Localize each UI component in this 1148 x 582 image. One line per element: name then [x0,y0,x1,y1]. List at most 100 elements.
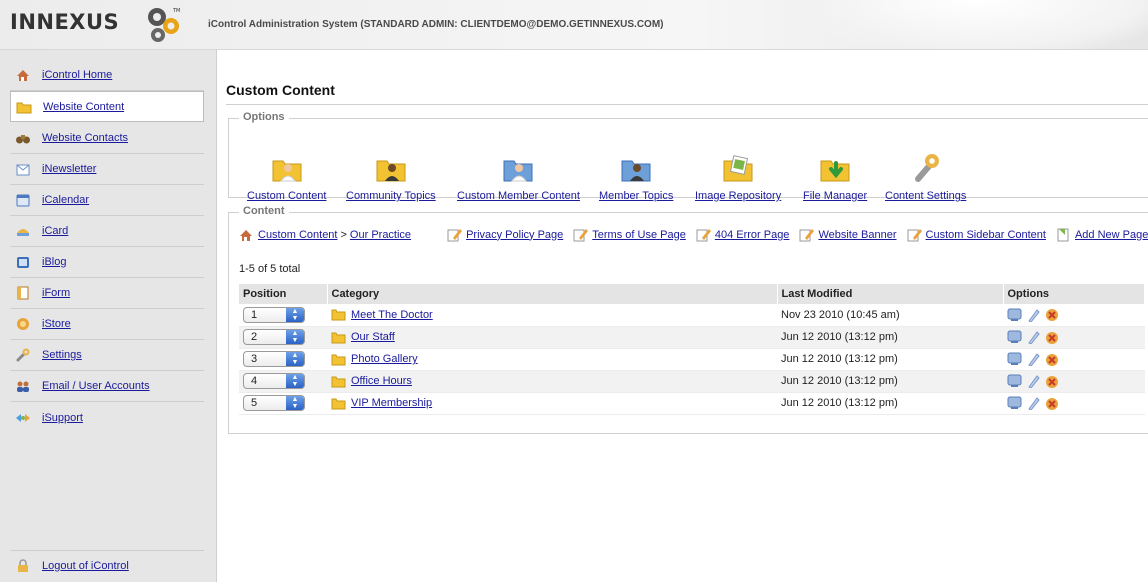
category-link[interactable]: Meet The Doctor [351,309,433,321]
folder-icon [331,309,346,321]
view-icon[interactable] [1007,374,1022,388]
edit-page-icon [907,229,922,242]
edit-page-icon [696,229,711,242]
view-icon[interactable] [1007,352,1022,366]
delete-icon[interactable] [1044,330,1060,345]
logout-link[interactable]: Logout of iControl [10,550,204,580]
newsletter-icon [15,161,31,177]
option-image-repository[interactable]: Image Repository [695,149,781,202]
edit-pencil-icon[interactable] [1026,330,1040,344]
table-header-row: Position Category Last Modified Options [239,284,1145,304]
breadcrumb-current-link[interactable]: Our Practice [350,229,411,241]
position-select[interactable]: 5 ▲ ▼ [243,395,305,411]
folder-icon [331,398,346,409]
folder-download-icon [820,160,850,182]
form-icon [15,285,31,301]
sidebar-item-istore[interactable]: iStore [10,309,204,340]
sidebar-item-label: iSupport [42,411,83,424]
delete-icon[interactable] [1044,374,1060,389]
logout-label: Logout of iControl [42,559,129,572]
edit-page-icon [573,229,589,242]
blue-folder-person-icon [503,160,533,182]
column-header-last-modified: Last Modified [777,284,1004,304]
column-header-category: Category [327,284,778,304]
option-community-topics[interactable]: Community Topics [346,149,436,202]
gears-logo-icon: TM [148,8,180,42]
sidebar-item-settings[interactable]: Settings [10,340,204,371]
sidebar-item-inewsletter[interactable]: iNewsletter [10,154,204,185]
sidebar-item-iblog[interactable]: iBlog [10,247,204,278]
card-icon [15,223,31,239]
edit-pencil-icon[interactable] [1026,396,1040,410]
add-new-page-link[interactable]: Add New Page [1056,227,1148,242]
option-label: Image Repository [695,190,782,202]
option-file-manager[interactable]: File Manager [803,149,867,202]
content-table: Position Category Last Modified Options … [239,284,1145,415]
sidebar-item-icontrol-home[interactable]: iControl Home [10,60,204,91]
option-custom-member-content[interactable]: Custom Member Content [457,149,580,202]
position-select[interactable]: 4 ▲ ▼ [243,373,305,389]
sidebar-item-icard[interactable]: iCard [10,216,204,247]
svg-text:TM: TM [172,8,180,14]
option-label: File Manager [803,190,868,202]
wrench-icon [15,347,31,363]
lock-icon [15,558,31,574]
website-banner-link[interactable]: Website Banner [799,227,897,242]
view-icon[interactable] [1007,308,1022,322]
edit-pencil-icon[interactable] [1026,308,1040,322]
add-page-icon [1057,228,1069,242]
category-link[interactable]: VIP Membership [351,397,432,409]
folder-icon [331,376,346,387]
view-icon[interactable] [1007,330,1022,344]
sidebar-item-website-contacts[interactable]: Website Contacts [10,123,204,154]
table-row: 1 ▲ ▼ Meet The Doctor Nov 23 2010 (10:45 a… [239,304,1145,327]
folder-icon [331,354,346,365]
category-link[interactable]: Photo Gallery [351,353,418,365]
edit-pencil-icon[interactable] [1026,352,1040,366]
users-icon [15,378,31,394]
category-link[interactable]: Our Staff [351,331,395,343]
sidebar-item-label: iStore [42,318,71,330]
sidebar-item-icalendar[interactable]: iCalendar [10,185,204,216]
position-select[interactable]: 1 ▲ ▼ [243,306,305,323]
content-legend: Content [239,205,289,217]
table-row: 2 ▲ ▼ Our Staff Jun 12 2010 (13:12 pm) [239,326,1145,349]
custom-sidebar-content-link[interactable]: Custom Sidebar Content [907,227,1046,242]
category-link[interactable]: Office Hours [351,375,412,387]
breadcrumb-root-link[interactable]: Custom Content [258,229,337,241]
binoculars-icon [15,130,31,146]
sidebar-item-isupport[interactable]: iSupport [10,402,204,433]
column-header-position: Position [239,284,328,304]
option-label: Custom Content [247,190,327,202]
option-member-topics[interactable]: Member Topics [599,149,673,202]
view-icon[interactable] [1007,396,1022,410]
store-icon [15,316,31,332]
privacy-policy-link[interactable]: Privacy Policy Page [447,227,563,242]
chevron-updown-icon: ▲ ▼ [286,330,304,344]
chevron-updown-icon: ▲ ▼ [286,307,304,322]
terms-of-use-link[interactable]: Terms of Use Page [573,227,686,242]
result-count: 1-5 of 5 total [239,263,301,275]
option-custom-content[interactable]: Custom Content [247,149,326,202]
edit-page-icon [799,229,815,242]
sidebar-item-iform[interactable]: iForm [10,278,204,309]
delete-icon[interactable] [1044,352,1060,367]
sidebar-item-website-content[interactable]: Website Content [10,91,204,122]
home-icon [15,67,31,83]
sidebar-item-label: Email / User Accounts [42,380,150,392]
last-modified-cell: Jun 12 2010 (13:12 pm) [777,392,1003,415]
sidebar-item-label: iCard [42,225,69,237]
option-label: Content Settings [885,190,967,202]
position-select[interactable]: 2 ▲ ▼ [243,329,305,345]
table-row: 4 ▲ ▼ Office Hours Jun 12 2010 (13:12 pm) [239,370,1145,393]
edit-pencil-icon[interactable] [1026,374,1040,388]
breadcrumb: Custom Content > Our Practice Privacy Po… [239,227,1148,242]
error-page-link[interactable]: 404 Error Page [696,227,789,242]
sidebar-item-label: Website Contacts [42,132,129,144]
option-content-settings[interactable]: Content Settings [885,149,966,202]
position-select[interactable]: 3 ▲ ▼ [243,351,305,367]
sidebar-item-email-user-accounts[interactable]: Email / User Accounts [10,371,204,402]
delete-icon[interactable] [1044,396,1060,411]
delete-icon[interactable] [1044,307,1060,322]
option-label: Custom Member Content [457,190,580,202]
